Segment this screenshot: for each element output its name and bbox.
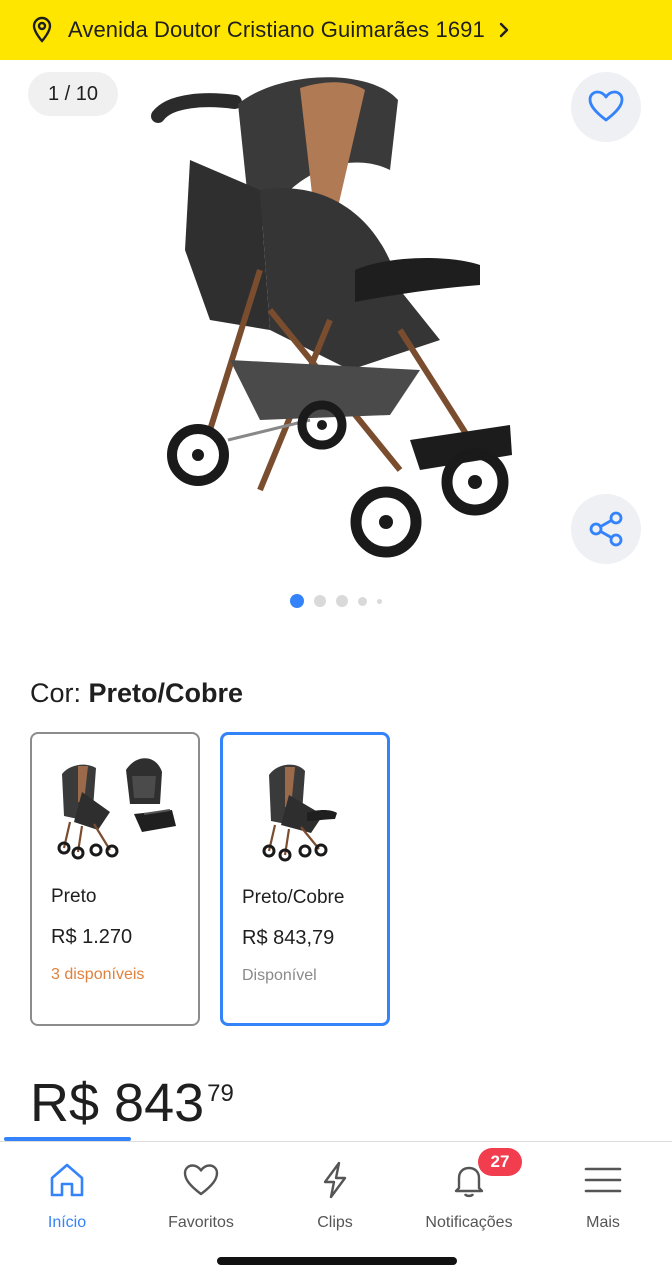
pagination-dot [314,595,326,607]
color-label-prefix: Cor: [30,678,89,708]
nav-label: Mais [586,1214,620,1231]
clips-icon [323,1161,347,1199]
nav-label: Favoritos [168,1214,234,1231]
nav-item-clips[interactable]: Clips [268,1160,402,1232]
pagination-dot [290,594,304,608]
price-main: R$ 843 [30,1073,205,1133]
pagination-dot [358,596,367,606]
nav-label: Clips [317,1214,353,1231]
nav-label: Notificações [425,1214,513,1231]
share-button[interactable] [571,494,641,564]
nav-label: Início [47,1214,87,1231]
product-image-stroller [151,77,512,558]
variant-card-preto[interactable]: Preto R$ 1.270 3 disponíveis [30,732,200,1026]
variant-stock: 3 disponíveis [51,966,145,983]
variant-stock: Disponível [242,967,317,984]
home-icon [50,1163,84,1197]
variant-name: Preto [51,886,97,907]
pagination-dot [336,595,348,607]
menu-icon [584,1167,622,1193]
notification-badge: 27 [478,1148,522,1176]
nav-item-favoritos[interactable]: Favoritos [134,1160,268,1232]
variant-price: R$ 843,79 [242,927,335,949]
price-cents: 79 [207,1080,234,1107]
gallery-pagination [0,594,672,608]
home-indicator [217,1257,457,1265]
location-bar[interactable]: Avenida Doutor Cristiano Guimarães 1691 [0,0,672,60]
heart-icon [183,1164,219,1196]
variant-name: Preto/Cobre [242,887,345,908]
product-price: R$ 843 79 [30,1072,234,1134]
pagination-dot [377,598,382,604]
share-icon [589,511,623,547]
location-pin-icon [32,16,52,43]
variant-card-preto-cobre[interactable]: Preto/Cobre R$ 843,79 Disponível [220,732,390,1026]
color-label: Cor: Preto/Cobre [30,678,243,709]
nav-item-inicio[interactable]: Início [0,1160,134,1232]
heart-icon [588,90,624,122]
favorite-button[interactable] [571,72,641,142]
selected-color-name: Preto/Cobre [88,678,244,708]
chevron-right-icon [499,22,509,38]
product-gallery[interactable]: 1 / 10 [0,60,672,660]
variant-thumbnail-image [57,758,176,860]
nav-item-notificacoes[interactable]: 27 Notificações [402,1148,536,1232]
delivery-address: Avenida Doutor Cristiano Guimarães 1691 [68,17,485,42]
variant-price: R$ 1.270 [51,926,133,948]
nav-item-mais[interactable]: Mais [536,1160,670,1232]
image-counter: 1 / 10 [28,72,119,116]
variant-thumbnail-image [262,764,337,862]
